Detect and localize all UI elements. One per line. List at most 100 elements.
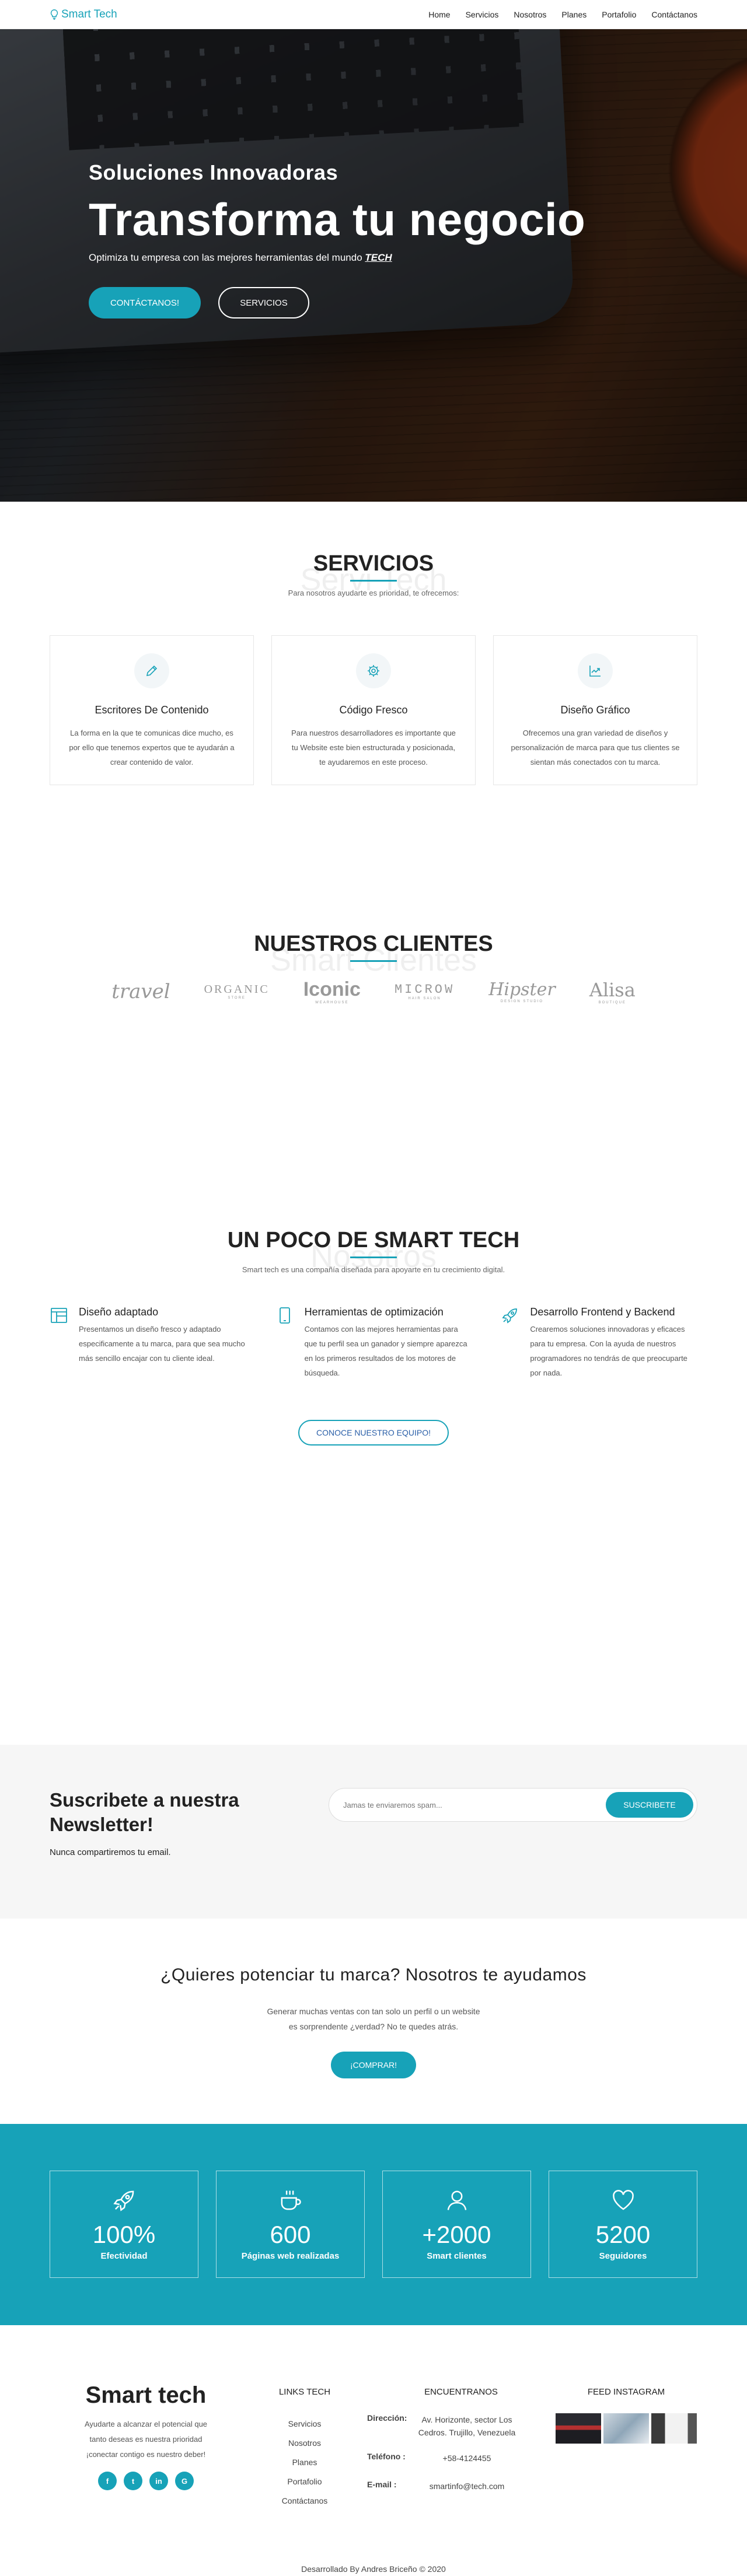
- feature-title: Herramientas de optimización: [304, 1306, 444, 1318]
- feature-item: Diseño adaptado Presentamos un diseño fre…: [50, 1306, 246, 1380]
- footer-instagram-title: FEED INSTAGRAM: [587, 2387, 665, 2397]
- brand-logo[interactable]: Smart Tech: [50, 8, 117, 21]
- feature-item: Herramientas de optimización Contamos con…: [275, 1306, 472, 1380]
- email-input[interactable]: [343, 1800, 565, 1810]
- stat-card: 100% Efectividad: [50, 2171, 198, 2278]
- footer-link-planes[interactable]: Planes: [242, 2453, 367, 2472]
- title-underline: [350, 1256, 397, 1258]
- service-card: Escritores De Contenido La forma en la q…: [50, 635, 254, 785]
- phone-value: +58-4124455: [442, 2454, 491, 2463]
- card-text: Ofrecemos una gran variedad de diseños y…: [511, 729, 680, 766]
- instagram-thumbnail[interactable]: [603, 2413, 649, 2444]
- cta-section: ¿Quieres potenciar tu marca? Nosotros te…: [0, 1919, 747, 2124]
- service-card: Diseño Gráfico Ofrecemos una gran varied…: [493, 635, 697, 785]
- footer-link-servicios[interactable]: Servicios: [242, 2414, 367, 2434]
- client-logo-travel: travel: [111, 979, 170, 1003]
- footer-brand: Smart tech: [85, 2382, 207, 2408]
- nav-portafolio[interactable]: Portafolio: [602, 10, 636, 19]
- stat-label: Efectividad: [100, 2251, 148, 2261]
- card-title: Escritores De Contenido: [95, 704, 209, 716]
- clients-section: Smart Clientes NUESTROS CLIENTES travel …: [0, 828, 747, 1119]
- phone-label: Teléfono :: [367, 2452, 406, 2461]
- lightbulb-icon: [50, 9, 58, 20]
- footer-link-contactanos[interactable]: Contáctanos: [242, 2491, 367, 2511]
- linkedin-icon[interactable]: in: [149, 2472, 168, 2490]
- footer: Smart tech Ayudarte a alcanzar el potenc…: [0, 2325, 747, 2576]
- services-section: Servi Tech SERVICIOS Para nosotros ayuda…: [0, 502, 747, 828]
- footer-link-nosotros[interactable]: Nosotros: [242, 2434, 367, 2453]
- footer-contact-title: ENCUENTRANOS: [424, 2387, 498, 2397]
- pencil-icon: [146, 665, 158, 677]
- stat-card: 5200 Seguidores: [549, 2171, 697, 2278]
- stat-value: 5200: [595, 2221, 651, 2248]
- navbar: Smart Tech Home Servicios Nosotros Plane…: [0, 0, 747, 29]
- twitter-icon[interactable]: t: [124, 2472, 142, 2490]
- stat-label: Smart clientes: [427, 2251, 487, 2261]
- about-section: Nosotros UN POCO DE SMART TECH Smart tec…: [0, 1119, 747, 1745]
- nav-planes[interactable]: Planes: [561, 10, 587, 19]
- newsletter-form: SUSCRIBETE: [329, 1788, 697, 1822]
- nav-home[interactable]: Home: [428, 10, 450, 19]
- footer-links-title: LINKS TECH: [278, 2387, 331, 2397]
- stat-value: +2000: [422, 2221, 491, 2248]
- stat-label: Seguidores: [599, 2251, 647, 2261]
- stat-card: 600 Páginas web realizadas: [216, 2171, 365, 2278]
- gear-icon: [368, 665, 379, 677]
- address-label: Dirección:: [367, 2413, 407, 2423]
- mobile-icon: [279, 1307, 290, 1324]
- hero-text-emphasis: TECH: [365, 252, 392, 263]
- feature-text: Contamos con las mejores herramientas pa…: [304, 1325, 467, 1377]
- subscribe-button[interactable]: SUSCRIBETE: [606, 1792, 693, 1818]
- coffee-icon: [281, 2190, 301, 2210]
- card-text: Para nuestros desarrolladores es importa…: [291, 729, 456, 766]
- newsletter-title: Suscribete a nuestra Newsletter!: [50, 1789, 239, 1835]
- brand-name: Smart Tech: [61, 8, 117, 20]
- feature-title: Diseño adaptado: [79, 1306, 159, 1318]
- copyright: Desarrollado By Andres Briceño © 2020: [301, 2564, 446, 2574]
- rocket-icon: [502, 1308, 518, 1324]
- email-label: E-mail :: [367, 2480, 397, 2489]
- card-text: La forma en la que te comunicas dice muc…: [69, 729, 235, 766]
- facebook-icon[interactable]: f: [98, 2472, 117, 2490]
- client-logo-iconic: Iconic WEARHOUSE: [303, 978, 361, 1005]
- chart-line-icon: [589, 666, 601, 677]
- google-icon[interactable]: G: [175, 2472, 194, 2490]
- feature-item: Desarrollo Frontend y Backend Crearemos s…: [501, 1306, 697, 1380]
- nav-contactanos[interactable]: Contáctanos: [651, 10, 697, 19]
- service-card: Código Fresco Para nuestros desarrollado…: [271, 635, 476, 785]
- cta-text: Generar muchas ventas con tan solo un pe…: [267, 2007, 480, 2031]
- cta-title: ¿Quieres potenciar tu marca? Nosotros te…: [160, 1965, 587, 1985]
- team-button[interactable]: CONOCE NUESTRO EQUIPO!: [298, 1420, 449, 1446]
- hero-text: Optimiza tu empresa con las mejores herr…: [89, 252, 392, 263]
- contact-button[interactable]: CONTÁCTANOS!: [89, 287, 201, 318]
- card-title: Código Fresco: [339, 704, 408, 716]
- footer-link-portafolio[interactable]: Portafolio: [242, 2472, 367, 2491]
- section-title: SERVICIOS: [313, 551, 434, 576]
- nav-servicios[interactable]: Servicios: [466, 10, 499, 19]
- layout-icon: [51, 1308, 67, 1323]
- stats-section: 100% Efectividad 600 Páginas web realiza…: [0, 2124, 747, 2325]
- section-title: NUESTROS CLIENTES: [254, 932, 493, 956]
- client-logo-alisa: Alisa BOUTIQUE: [589, 978, 636, 1005]
- services-button[interactable]: SERVICIOS: [218, 287, 309, 318]
- instagram-thumbnail[interactable]: [651, 2413, 697, 2444]
- hero-section: Soluciones Innovadoras Transforma tu neg…: [0, 29, 747, 502]
- hero-subtitle: Soluciones Innovadoras: [89, 160, 338, 184]
- email-value[interactable]: smartinfo@tech.com: [417, 2480, 516, 2493]
- hero-title: Transforma tu negocio: [89, 194, 586, 245]
- nav-nosotros[interactable]: Nosotros: [514, 10, 546, 19]
- title-underline: [350, 580, 397, 582]
- section-description: Para nosotros ayudarte es prioridad, te …: [288, 589, 459, 597]
- title-underline: [350, 960, 397, 962]
- section-title: UN POCO DE SMART TECH: [227, 1228, 520, 1252]
- feature-text: Presentamos un diseño fresco y adaptado …: [79, 1325, 245, 1363]
- newsletter-note: Nunca compartiremos tu email.: [50, 1847, 171, 1857]
- rocket-icon: [113, 2190, 134, 2211]
- instagram-thumbnail[interactable]: [556, 2413, 601, 2444]
- buy-button[interactable]: ¡COMPRAR!: [331, 2052, 416, 2078]
- client-logo-microw: MICROW HAIR SALON: [394, 982, 455, 1000]
- feature-text: Crearemos soluciones innovadoras y efica…: [530, 1325, 687, 1377]
- section-description: Smart tech es una compañía diseñada para…: [242, 1265, 505, 1274]
- card-title: Diseño Gráfico: [560, 704, 630, 716]
- newsletter-section: Suscribete a nuestra Newsletter! Nunca c…: [0, 1745, 747, 1919]
